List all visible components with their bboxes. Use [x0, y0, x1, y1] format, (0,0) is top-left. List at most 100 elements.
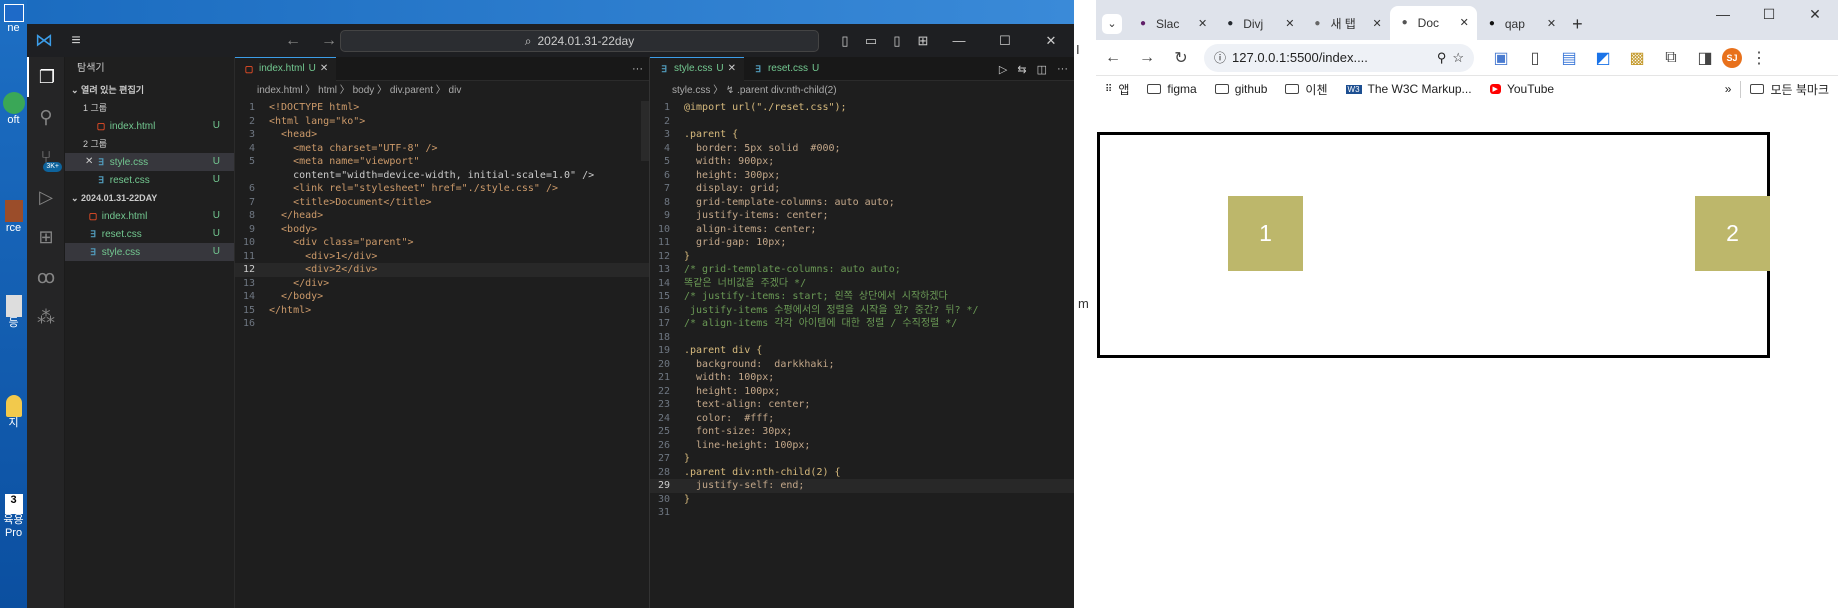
bookmark-ichen[interactable]: 이첸 [1276, 81, 1336, 98]
back-arrow-icon[interactable]: ← [275, 32, 311, 50]
run-icon[interactable]: ▷ [999, 63, 1007, 76]
code-line[interactable]: 29 justify-self: end; [650, 479, 1074, 493]
back-icon[interactable]: ← [1096, 49, 1130, 67]
code-line[interactable]: 14 똑같은 너비값을 주겠다 */ [650, 277, 1074, 291]
layout-icon[interactable]: ⊞ [910, 33, 936, 49]
close-tab-icon[interactable]: ✕ [728, 57, 736, 81]
desktop-icon-6[interactable]: 3 육용 Pro [0, 494, 27, 540]
code-line[interactable]: 2 <html lang="ko"> [235, 115, 649, 129]
compare-icon[interactable]: ⇆ [1017, 63, 1026, 76]
extensions-puzzle-icon[interactable]: ⧉ [1654, 49, 1688, 67]
code-line[interactable]: 11 <div>1</div> [235, 250, 649, 264]
code-line[interactable]: 23 text-align: center; [650, 398, 1074, 412]
code-line[interactable]: 17 /* align-items 각각 아이템에 대한 정렬 / 수직정렬 */ [650, 317, 1074, 331]
code-line[interactable]: 28 .parent div:nth-child(2) { [650, 466, 1074, 480]
code-area[interactable]: 1 @import url("./reset.css"); 2 3 .parent {4… [650, 101, 1074, 520]
kebab-menu-icon[interactable]: ⋮ [1742, 48, 1776, 68]
desktop-icon-2[interactable]: oft [0, 92, 27, 127]
tab-index-html[interactable]: ▢ index.html U ✕ [235, 56, 337, 81]
bookmark-w3c[interactable]: W3 The W3C Markup... [1337, 82, 1481, 96]
browser-tab[interactable]: ● Slac ✕ [1128, 8, 1215, 40]
desktop-icon-4[interactable]: 등 [0, 295, 27, 330]
code-line[interactable]: 5 width: 900px; [650, 155, 1074, 169]
code-line[interactable]: 6 height: 300px; [650, 169, 1074, 183]
open-file-index-html[interactable]: ▢ index.html U [65, 117, 234, 135]
desktop-icon-5[interactable]: 지 [0, 395, 27, 430]
code-line[interactable]: 10 align-items: center; [650, 223, 1074, 237]
close-file-icon[interactable]: ✕ [85, 153, 93, 171]
reload-icon[interactable]: ↻ [1164, 48, 1198, 68]
code-line[interactable]: 18 [650, 331, 1074, 345]
new-tab-button[interactable]: + [1564, 8, 1591, 40]
close-tab-icon[interactable]: ✕ [1460, 7, 1469, 39]
code-line[interactable]: 13 /* grid-template-columns: auto auto; [650, 263, 1074, 277]
code-line[interactable]: 1 <!DOCTYPE html> [235, 101, 649, 115]
code-line[interactable]: 10 <div class="parent"> [235, 236, 649, 250]
maximize-icon[interactable]: ☐ [982, 33, 1028, 49]
menu-icon[interactable]: ≡ [61, 32, 91, 50]
code-line[interactable]: 22 height: 100px; [650, 385, 1074, 399]
tab-search-button[interactable]: ⌄ [1096, 8, 1128, 40]
more-actions-icon[interactable]: ··· [1057, 63, 1068, 75]
code-line[interactable]: 9 justify-items: center; [650, 209, 1074, 223]
command-center-search[interactable]: ⌕ 2024.01.31-22day [340, 30, 819, 52]
code-line[interactable]: 20 background: darkkhaki; [650, 358, 1074, 372]
code-line[interactable]: 4 border: 5px solid #000; [650, 142, 1074, 156]
code-line[interactable]: 1 @import url("./reset.css"); [650, 101, 1074, 115]
breadcrumb[interactable]: index.html 〉 html 〉 body 〉 div.parent 〉 … [235, 81, 649, 101]
code-line[interactable]: 2 [650, 115, 1074, 129]
extension-icon[interactable]: ▯ [1518, 48, 1552, 68]
figma-icon[interactable]: ꝏ [27, 257, 65, 297]
toggle-sidebar-icon[interactable]: ▯ [832, 33, 858, 49]
code-line[interactable]: 15 /* justify-items: start; 왼쪽 상단에서 시작하겠다 [650, 290, 1074, 304]
remote-icon[interactable]: ⁂ [27, 297, 65, 337]
extension-icon[interactable]: ▩ [1620, 48, 1654, 68]
file-style-css[interactable]: ∃ style.css U [65, 243, 234, 261]
code-line[interactable]: 4 <meta charset="UTF-8" /> [235, 142, 649, 156]
code-line[interactable]: 6 <link rel="stylesheet" href="./style.c… [235, 182, 649, 196]
maximize-icon[interactable]: ☐ [1746, 6, 1792, 23]
side-panel-icon[interactable]: ◨ [1688, 48, 1722, 68]
tab-style-css[interactable]: ∃ style.css U ✕ [650, 56, 744, 81]
code-line[interactable]: 3 <head> [235, 128, 649, 142]
code-line[interactable]: content="width=device-width, initial-sca… [235, 169, 649, 183]
code-line[interactable]: 8 </head> [235, 209, 649, 223]
more-actions-icon[interactable]: ··· [632, 63, 643, 75]
zoom-icon[interactable]: ⚲ [1437, 50, 1447, 66]
code-line[interactable]: 12 <div>2</div> [235, 263, 649, 277]
code-line[interactable]: 12} [650, 250, 1074, 264]
extension-icon[interactable]: ▣ [1484, 48, 1518, 68]
code-line[interactable]: 5 <meta name="viewport" [235, 155, 649, 169]
close-tab-icon[interactable]: ✕ [320, 57, 328, 81]
source-control-icon[interactable]: ⑂ 3K+ [27, 137, 65, 177]
code-line[interactable]: 7 display: grid; [650, 182, 1074, 196]
code-line[interactable]: 9 <body> [235, 223, 649, 237]
desktop-icon-1[interactable]: ne [0, 4, 27, 35]
run-debug-icon[interactable]: ▷ [27, 177, 65, 217]
code-line[interactable]: 24 color: #fff; [650, 412, 1074, 426]
code-line[interactable]: 13 </div> [235, 277, 649, 291]
close-icon[interactable]: ✕ [1792, 6, 1838, 23]
toggle-panel-icon[interactable]: ▭ [858, 33, 884, 49]
code-line[interactable]: 11 grid-gap: 10px; [650, 236, 1074, 250]
forward-icon[interactable]: → [1130, 49, 1164, 67]
explorer-icon[interactable]: ❐ [27, 57, 65, 97]
close-tab-icon[interactable]: ✕ [1547, 8, 1556, 40]
desktop-icon-3[interactable]: rce [0, 200, 27, 235]
site-info-icon[interactable]: ⓘ [1214, 49, 1226, 66]
open-file-style-css[interactable]: ✕ ∃ style.css U [65, 153, 234, 171]
code-line[interactable]: 7 <title>Document</title> [235, 196, 649, 210]
bookmark-youtube[interactable]: ▶ YouTube [1481, 82, 1564, 96]
all-bookmarks[interactable]: 모든 북마크 [1740, 80, 1838, 98]
bookmark-github[interactable]: github [1206, 82, 1277, 96]
split-editor-icon[interactable]: ◫ [1037, 63, 1047, 76]
bookmark-star-icon[interactable]: ☆ [1452, 50, 1464, 66]
breadcrumb[interactable]: style.css 〉 ↯ .parent div:nth-child(2) [650, 81, 1074, 101]
code-line[interactable]: 19 .parent div { [650, 344, 1074, 358]
close-tab-icon[interactable]: ✕ [1372, 8, 1381, 40]
code-line[interactable]: 26 line-height: 100px; [650, 439, 1074, 453]
open-editors-section[interactable]: ⌄ 열려 있는 편집기 [65, 81, 234, 99]
browser-tab[interactable]: ● 새 탭 ✕ [1302, 8, 1389, 40]
tab-reset-css[interactable]: ∃ reset.css U [744, 57, 827, 81]
close-tab-icon[interactable]: ✕ [1285, 8, 1294, 40]
